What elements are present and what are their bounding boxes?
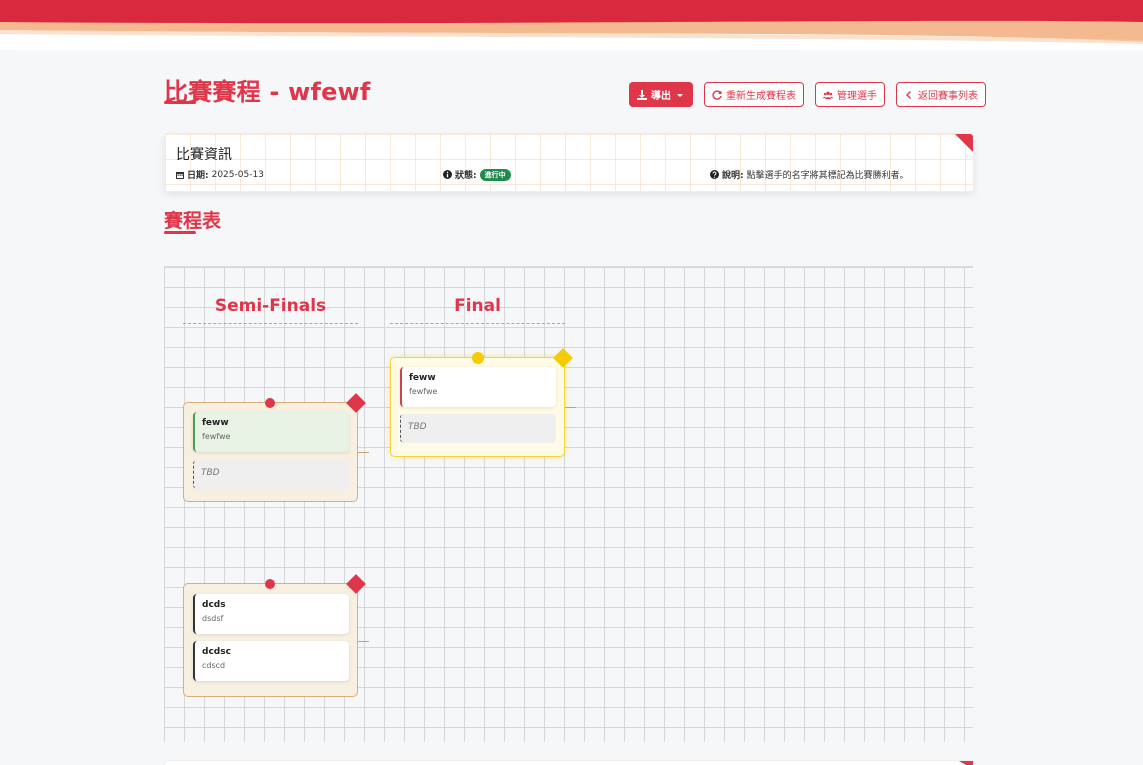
corner-ribbon [959, 761, 973, 765]
bracket-connector [565, 407, 576, 408]
tbd-label: TBD [201, 468, 220, 478]
question-circle-icon [710, 170, 719, 179]
match-semifinal-1: feww fewfwe TBD [183, 393, 366, 502]
player-slot[interactable]: dcds dsdsf [193, 594, 349, 634]
status-badge: 進行中 [479, 168, 511, 181]
tbd-slot: TBD [193, 460, 349, 489]
match-diamond [553, 348, 573, 368]
manage-label: 管理選手 [837, 91, 877, 102]
calendar-icon [176, 171, 184, 179]
player-name: dcds [202, 600, 226, 610]
bracket-connector [358, 641, 369, 642]
note-value: 點擊選手的名字將其標記為比賽勝利者。 [746, 171, 909, 181]
round-title-semifinals: Semi-Finals [214, 296, 327, 316]
export-button[interactable]: 導出 [629, 82, 693, 107]
back-to-list-button[interactable]: 返回賽事列表 [896, 82, 986, 107]
tbd-slot: TBD [400, 414, 556, 443]
corner-ribbon [955, 134, 973, 152]
bracket-connector [358, 452, 369, 453]
date-row: 日期: 2025-05-13 [176, 168, 264, 181]
player-name: feww [202, 418, 229, 428]
player-slot[interactable]: dcdsc cdscd [193, 641, 349, 681]
status-label: 狀態: [455, 171, 477, 181]
users-icon [823, 91, 833, 99]
export-label: 導出 [651, 91, 671, 102]
player-slot[interactable]: feww fewfwe [193, 412, 349, 452]
download-icon [637, 89, 647, 100]
title-underline [164, 101, 196, 104]
note-label: 說明: [722, 171, 744, 181]
player-subtitle: fewfwe [202, 432, 231, 441]
match-semifinal-2: dcds dsdsf dcdsc cdscd [183, 574, 366, 697]
section-underline [164, 231, 196, 234]
date-label: 日期: [187, 171, 209, 181]
match-info-card: 比賽資訊 日期: 2025-05-13 狀態: 進行中 說明: 點擊選手的名字將… [164, 133, 974, 192]
match-final: feww fewfwe TBD [390, 348, 573, 457]
info-title: 比賽資訊 [176, 147, 232, 163]
regenerate-schedule-button[interactable]: 重新生成賽程表 [704, 82, 804, 107]
tournament-bracket: Semi-Finals Final feww fewfwe TBD dcds d… [164, 266, 973, 742]
match-diamond [346, 393, 366, 413]
player-subtitle: cdscd [202, 661, 226, 670]
tbd-label: TBD [408, 422, 427, 432]
regenerate-label: 重新生成賽程表 [726, 91, 796, 102]
back-label: 返回賽事列表 [918, 91, 978, 102]
player-name: dcdsc [202, 647, 231, 657]
round-divider [183, 323, 358, 324]
toolbar: 導出 重新生成賽程表 管理選手 返回賽事列表 [629, 82, 986, 107]
top-banner [0, 0, 1143, 50]
chevron-left-icon [906, 90, 911, 99]
match-dot [265, 398, 275, 408]
match-diamond [346, 574, 366, 594]
player-name: feww [409, 373, 436, 383]
refresh-icon [712, 89, 722, 100]
player-subtitle: fewfwe [409, 387, 438, 396]
note-row: 說明: 點擊選手的名字將其標記為比賽勝利者。 [710, 168, 909, 181]
match-dot [472, 352, 484, 364]
manage-players-button[interactable]: 管理選手 [815, 82, 885, 107]
date-value: 2025-05-13 [211, 169, 264, 180]
match-dot [265, 579, 275, 589]
next-card [164, 760, 974, 765]
player-subtitle: dsdsf [202, 614, 224, 623]
status-row: 狀態: 進行中 [443, 168, 511, 181]
info-circle-icon [443, 170, 452, 179]
player-slot[interactable]: feww fewfwe [400, 367, 556, 407]
caret-down-icon [677, 93, 683, 97]
bracket-section-title: 賽程表 [164, 210, 222, 232]
round-title-final: Final [454, 296, 501, 316]
round-divider [390, 323, 565, 324]
